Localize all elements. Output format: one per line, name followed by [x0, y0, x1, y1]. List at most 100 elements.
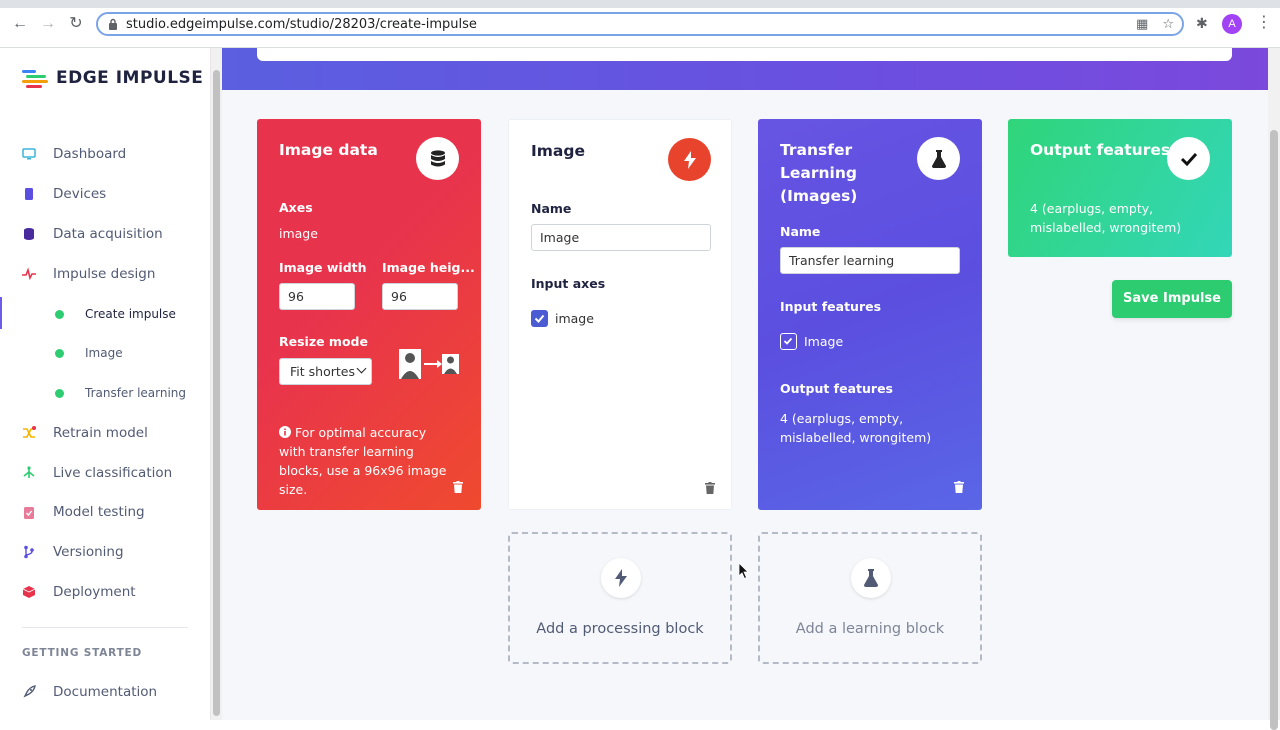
forward-arrow-icon[interactable]: → [38, 14, 58, 34]
chevron-down-icon [356, 363, 367, 374]
tab-strip [0, 0, 1280, 8]
logo[interactable]: EDGE IMPULSE [22, 68, 203, 88]
axes-option-label: image [555, 311, 594, 326]
mouse-cursor-icon [739, 563, 749, 579]
processing-name-input[interactable]: Image [531, 224, 711, 251]
reload-icon[interactable]: ↻ [66, 14, 86, 34]
processing-block-card: Image Name Image Input axes image [508, 119, 732, 510]
sidebar-subitem-image[interactable]: Image [55, 343, 123, 363]
image-height-input[interactable]: 96 [382, 283, 458, 310]
sidebar-scrollbar[interactable] [210, 48, 222, 720]
flask-icon [851, 558, 891, 598]
lock-icon [109, 18, 117, 30]
info-text: For optimal accuracy with transfer learn… [279, 425, 447, 497]
name-label: Name [780, 224, 821, 239]
checkmark-icon [1167, 137, 1210, 180]
scrollbar-thumb[interactable] [1270, 130, 1278, 730]
add-processing-label: Add a processing block [536, 621, 704, 637]
resize-mode-select[interactable]: Fit shortes [279, 358, 372, 385]
sidebar-subitem-label: Image [85, 346, 123, 360]
extensions-puzzle-icon[interactable]: ✱ [1196, 15, 1208, 32]
header-card [257, 48, 1232, 61]
check-icon [534, 314, 545, 323]
save-impulse-button[interactable]: Save Impulse [1112, 280, 1232, 318]
back-arrow-icon[interactable]: ← [10, 14, 30, 34]
output-features-label: Output features [780, 381, 893, 396]
sidebar-item-label: Live classification [53, 465, 173, 481]
image-width-label: Image width [279, 260, 367, 275]
active-indicator [0, 297, 2, 329]
sidebar-subitem-label: Create impulse [85, 307, 176, 321]
sidebar-item-label: Deployment [53, 584, 136, 600]
tree-icon [23, 466, 35, 478]
browser-chrome: ← → ↻ studio.edgeimpulse.com/studio/2820… [0, 0, 1280, 48]
trash-icon[interactable] [453, 481, 463, 493]
shuffle-icon [23, 426, 36, 438]
add-processing-block[interactable]: Add a processing block [508, 532, 732, 664]
sidebar-item-model-testing[interactable]: Model testing [22, 502, 145, 522]
sidebar-item-impulse-design[interactable]: Impulse design [22, 264, 155, 284]
check-icon [783, 337, 793, 345]
logo-text: EDGE IMPULSE [56, 68, 204, 88]
database-icon [416, 137, 459, 180]
resize-mode-value: Fit shortes [290, 364, 355, 379]
profile-avatar[interactable]: A [1222, 14, 1242, 34]
block-title: Output features [1030, 141, 1171, 159]
sidebar-item-deployment[interactable]: Deployment [22, 582, 136, 602]
output-features-value: 4 (earplugs, empty, mislabelled, wrongit… [780, 411, 932, 445]
sidebar-item-label: Devices [53, 186, 107, 202]
output-block-card: Output features 4 (earplugs, empty, misl… [1008, 119, 1232, 257]
sidebar-subitem-transfer-learning[interactable]: Transfer learning [55, 383, 186, 403]
axes-checkbox[interactable] [531, 310, 548, 327]
output-value: 4 (earplugs, empty, mislabelled, wrongit… [1030, 201, 1182, 235]
input-features-label: Input features [780, 299, 882, 314]
sidebar-item-label: Retrain model [53, 425, 148, 441]
sidebar: EDGE IMPULSE Dashboard Devices Data acqu… [0, 48, 210, 720]
block-title: Image [531, 142, 585, 160]
main-scrollbar[interactable] [1268, 48, 1280, 730]
trash-icon[interactable] [954, 481, 964, 493]
scrollbar-thumb[interactable] [213, 70, 220, 716]
image-width-input[interactable]: 96 [279, 283, 355, 310]
logo-mark-icon [22, 69, 48, 88]
sidebar-item-label: Model testing [53, 504, 145, 520]
sidebar-subitem-label: Transfer learning [85, 386, 187, 400]
sidebar-item-versioning[interactable]: Versioning [22, 542, 124, 562]
features-option-label: Image [804, 334, 844, 349]
sidebar-item-documentation[interactable]: Documentation [22, 682, 157, 702]
block-title: Transfer Learning (Images) [780, 141, 858, 205]
status-dot [55, 388, 64, 398]
status-dot [55, 309, 64, 319]
lightning-bolt-icon [601, 558, 641, 598]
branch-icon [24, 545, 34, 559]
sidebar-item-live-classification[interactable]: Live classification [22, 463, 172, 483]
sidebar-item-devices[interactable]: Devices [22, 184, 106, 204]
monitor-icon [22, 148, 36, 160]
status-dot [55, 348, 64, 358]
sidebar-item-retrain-model[interactable]: Retrain model [22, 423, 148, 443]
browser-menu-icon[interactable]: ⋮ [1256, 12, 1272, 32]
resize-mode-label: Resize mode [279, 334, 368, 349]
sidebar-item-label: Dashboard [53, 146, 127, 162]
qr-code-icon[interactable]: ▦ [1136, 16, 1148, 32]
learning-name-input[interactable]: Transfer learning [780, 247, 960, 274]
pulse-icon [22, 267, 36, 281]
cube-icon [22, 586, 36, 598]
add-learning-block[interactable]: Add a learning block [758, 532, 982, 664]
main-content: Image data Axes image Image width Image … [222, 48, 1268, 720]
sidebar-item-data-acquisition[interactable]: Data acquisition [22, 224, 163, 244]
database-icon [24, 228, 34, 240]
input-axes-label: Input axes [531, 276, 606, 291]
features-checkbox[interactable] [780, 333, 797, 350]
bookmark-star-icon[interactable]: ☆ [1162, 16, 1174, 32]
lightning-bolt-icon [668, 138, 711, 181]
sidebar-item-label: Versioning [53, 544, 124, 560]
input-block-card: Image data Axes image Image width Image … [257, 119, 481, 510]
block-title: Image data [279, 141, 378, 159]
sidebar-item-dashboard[interactable]: Dashboard [22, 144, 126, 164]
header-banner [222, 48, 1268, 90]
sidebar-subitem-create-impulse[interactable]: Create impulse [55, 304, 176, 324]
trash-icon[interactable] [705, 482, 715, 494]
address-bar[interactable]: studio.edgeimpulse.com/studio/28203/crea… [96, 12, 1184, 36]
sidebar-item-label: Documentation [53, 684, 158, 700]
